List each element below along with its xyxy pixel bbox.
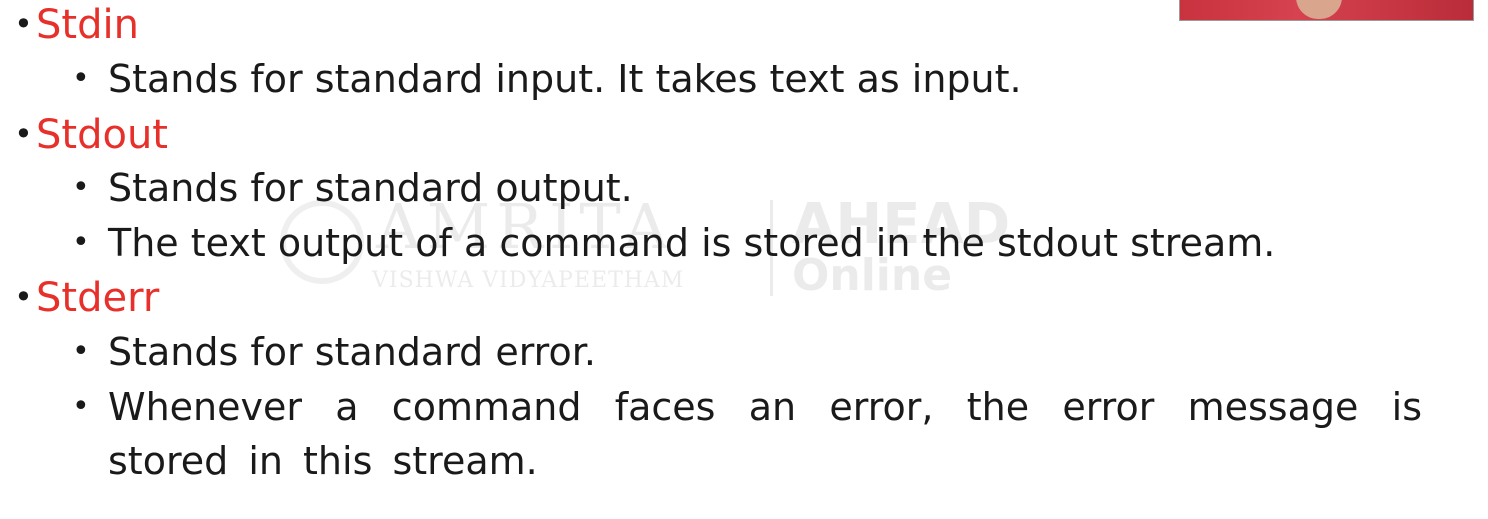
heading-text: Stderr xyxy=(36,275,160,321)
list-item: • Stands for standard output. xyxy=(72,161,1422,215)
point-text: The text output of a command is stored i… xyxy=(108,221,1276,265)
bullet-icon: • xyxy=(72,334,90,369)
section-heading-stderr: •Stderr xyxy=(14,273,159,322)
list-item: • Stands for standard input. It takes te… xyxy=(72,52,1422,106)
point-text: Whenever a command faces an error, the e… xyxy=(108,385,1422,483)
point-text: Stands for standard error. xyxy=(108,330,596,374)
bullet-icon: • xyxy=(72,389,90,424)
list-item: • Whenever a command faces an error, the… xyxy=(72,380,1422,488)
point-text: Stands for standard input. It takes text… xyxy=(108,57,1022,101)
bullet-icon: • xyxy=(14,5,33,43)
point-text: Stands for standard output. xyxy=(108,166,633,210)
bullet-icon: • xyxy=(72,225,90,260)
list-item: • Stands for standard error. xyxy=(72,325,1422,379)
bullet-icon: • xyxy=(72,170,90,205)
bullet-icon: • xyxy=(14,278,33,316)
section-heading-stdout: •Stdout xyxy=(14,110,168,159)
section-heading-stdin: •Stdin xyxy=(14,0,139,49)
heading-text: Stdout xyxy=(36,112,168,158)
bullet-icon: • xyxy=(72,61,90,96)
list-item: • The text output of a command is stored… xyxy=(72,216,1422,270)
bullet-icon: • xyxy=(14,115,33,153)
slide: AMRITA VISHWA VIDYAPEETHAM AHEAD Online … xyxy=(0,0,1488,519)
slide-content: •Stdin • Stands for standard input. It t… xyxy=(0,0,1488,519)
heading-text: Stdin xyxy=(36,2,139,48)
